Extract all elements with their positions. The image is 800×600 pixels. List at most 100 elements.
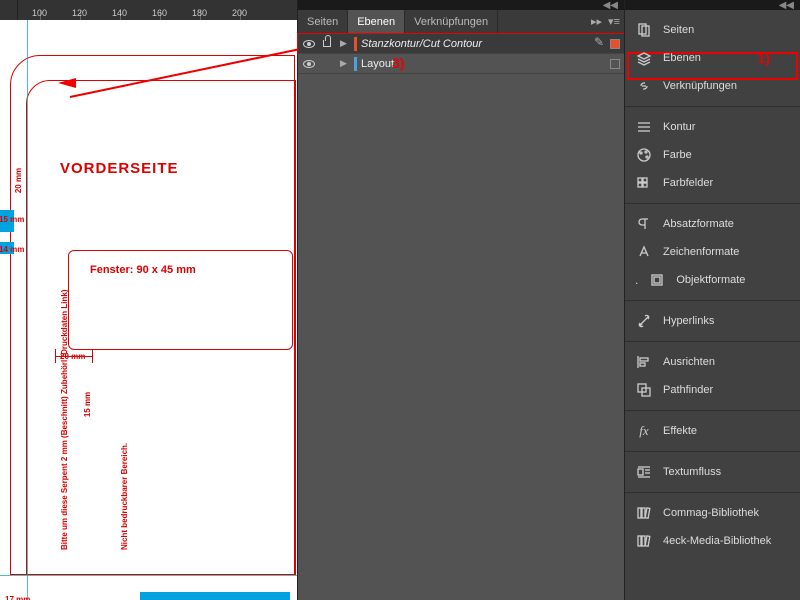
tab-layers[interactable]: Ebenen (348, 10, 405, 33)
layer-color-swatch (354, 37, 357, 51)
panel-tabs: Seiten Ebenen Verknüpfungen ▸▸ ▾≡ (298, 10, 624, 34)
lock-icon (323, 40, 331, 47)
color-icon (635, 147, 653, 163)
document-canvas[interactable]: 80 100 120 140 160 180 200 VORDERSEITE F… (0, 0, 297, 600)
dock-item-stroke[interactable]: Kontur (625, 113, 800, 141)
edit-layer-icon[interactable] (594, 38, 606, 50)
dimension-label: 17 mm (5, 595, 30, 600)
dock-item-align[interactable]: Ausrichten (625, 348, 800, 376)
dock-item-library-1[interactable]: Commag-Bibliothek (625, 499, 800, 527)
rotated-note: Nicht bedruckbarer Bereich. (120, 443, 129, 550)
dock-item-pages[interactable]: Seiten (625, 16, 800, 44)
dock-item-effects[interactable]: fx Effekte (625, 417, 800, 445)
dimension-label: 14 mm (0, 245, 24, 254)
pages-icon (635, 22, 653, 38)
character-styles-icon (635, 244, 653, 260)
dock-item-hyperlinks[interactable]: Hyperlinks (625, 307, 800, 335)
dock-label: Textumfluss (663, 466, 721, 478)
panel-topbar: ◀◀ (298, 0, 624, 10)
tab-links[interactable]: Verknüpfungen (405, 10, 498, 33)
dock-item-color[interactable]: Farbe (625, 141, 800, 169)
rotated-note: Bitte um diese Serpent 2 mm (Beschnitt) … (60, 290, 69, 550)
dock-item-textwrap[interactable]: Textumfluss (625, 458, 800, 486)
effects-icon: fx (635, 423, 653, 439)
dock-label: Commag-Bibliothek (663, 507, 759, 519)
window-label: Fenster: 90 x 45 mm (90, 264, 196, 276)
ruler-origin[interactable] (0, 0, 18, 20)
annotation-label-3: 3) (392, 55, 404, 71)
collapse-icon[interactable]: ◀◀ (779, 0, 794, 10)
dock-label: Effekte (663, 425, 697, 437)
dock-label: Verknüpfungen (663, 80, 737, 92)
dock-item-links[interactable]: Verknüpfungen (625, 72, 800, 100)
dock-item-char-styles[interactable]: Zeichenformate (625, 238, 800, 266)
layer-color-swatch (354, 57, 357, 71)
ruler-tick-label: 200 (232, 8, 247, 18)
dock-label: Ausrichten (663, 356, 715, 368)
pathfinder-icon (635, 382, 653, 398)
visibility-toggle[interactable] (300, 60, 318, 68)
bleed-block (140, 592, 290, 600)
paragraph-styles-icon (635, 216, 653, 232)
disclosure-icon[interactable]: ▶ (340, 58, 350, 69)
tab-pages[interactable]: Seiten (298, 10, 348, 33)
collapse-icon[interactable]: ◀◀ (603, 0, 618, 11)
expand-icon[interactable]: ▸▸ (591, 15, 602, 28)
page-side-title: VORDERSEITE (60, 160, 179, 177)
dock-label: Seiten (663, 24, 694, 36)
dock-item-swatches[interactable]: Farbfelder (625, 169, 800, 197)
dock-item-pathfinder[interactable]: Pathfinder (625, 376, 800, 404)
layer-row-layout[interactable]: ▶ Layout 3) (298, 54, 624, 74)
arrow-head-icon (58, 78, 76, 88)
dock-item-layers[interactable]: Ebenen 1) (625, 44, 800, 72)
lock-toggle[interactable] (318, 40, 336, 47)
ruler-tick-label: 160 (152, 8, 167, 18)
dock-label: Farbe (663, 149, 692, 161)
layer-list: 2) ▶ Stanzkontur/Cut Contour ▶ Layout 3) (298, 34, 624, 600)
dock-item-library-2[interactable]: 4eck-Media-Bibliothek (625, 527, 800, 555)
dock-label: Farbfelder (663, 177, 713, 189)
selection-indicator[interactable] (610, 39, 620, 49)
dock-label: Objektformate (676, 274, 745, 286)
horizontal-ruler[interactable]: 80 100 120 140 160 180 200 (0, 0, 297, 20)
dock-label: Kontur (663, 121, 695, 133)
layer-row-cutcontour[interactable]: ▶ Stanzkontur/Cut Contour (298, 34, 624, 54)
stroke-icon (635, 119, 653, 135)
dock-label: Hyperlinks (663, 315, 714, 327)
annotation-arrow (60, 45, 297, 105)
panel-dock: ◀◀ Seiten Ebenen 1) Verknüpfungen Kontur… (624, 0, 800, 600)
layers-icon (635, 50, 653, 66)
textwrap-icon (635, 464, 653, 480)
dock-item-para-styles[interactable]: Absatzformate (625, 210, 800, 238)
object-styles-icon (648, 272, 666, 288)
dock-label: Absatzformate (663, 218, 734, 230)
dimension-label: 20 mm (14, 168, 23, 193)
dock-label: Zeichenformate (663, 246, 739, 258)
swatches-icon (635, 175, 653, 191)
ruler-tick-label: 180 (192, 8, 207, 18)
layers-panel: ◀◀ Seiten Ebenen Verknüpfungen ▸▸ ▾≡ 2) … (297, 0, 624, 600)
ruler-tick-label: 120 (72, 8, 87, 18)
dock-label: 4eck-Media-Bibliothek (663, 535, 771, 547)
ruler-tick-label: 140 (112, 8, 127, 18)
dimension-label: 15 mm (0, 215, 24, 224)
links-icon (635, 78, 653, 94)
panel-menu-icon[interactable]: ▾≡ (608, 15, 620, 28)
library-icon (635, 505, 653, 521)
disclosure-icon[interactable]: ▶ (340, 38, 350, 49)
library-icon (635, 533, 653, 549)
eye-icon (303, 40, 315, 48)
hyperlinks-icon (635, 313, 653, 329)
align-icon (635, 354, 653, 370)
dock-label: Ebenen (663, 52, 701, 64)
ruler-tick-label: 100 (32, 8, 47, 18)
eye-icon (303, 60, 315, 68)
dock-label: Pathfinder (663, 384, 713, 396)
visibility-toggle[interactable] (300, 40, 318, 48)
layer-name: Stanzkontur/Cut Contour (361, 38, 594, 50)
dimension-label: 15 mm (83, 392, 92, 417)
selection-indicator[interactable] (610, 59, 620, 69)
dock-topbar: ◀◀ (625, 0, 800, 10)
annotation-label-1: 1) (758, 50, 770, 66)
dock-item-obj-styles[interactable]: . Objektformate (625, 266, 800, 294)
